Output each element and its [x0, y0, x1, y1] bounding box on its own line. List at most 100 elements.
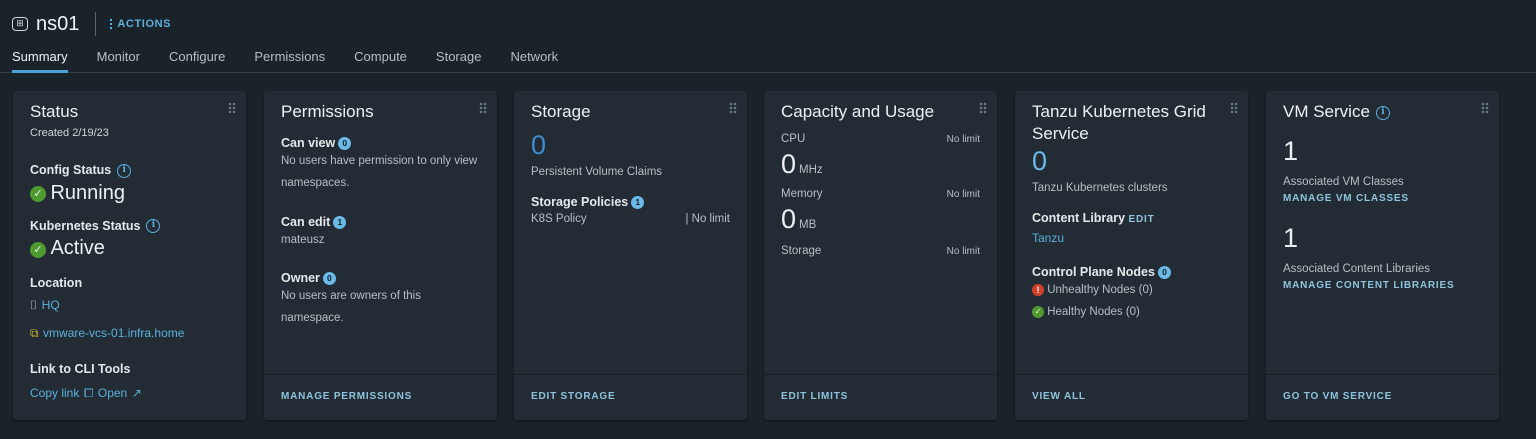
- pvc-count[interactable]: 0: [531, 129, 730, 161]
- tab-network[interactable]: Network: [510, 44, 558, 73]
- check-circle-icon: ✓: [30, 242, 46, 259]
- go-to-vm-service-button[interactable]: GO TO VM SERVICE: [1266, 374, 1499, 420]
- drag-handle-icon[interactable]: [979, 102, 987, 114]
- owner-text: No users are owners of this namespace.: [281, 290, 421, 324]
- edit-limits-button[interactable]: EDIT LIMITS: [764, 374, 997, 420]
- clusters-count[interactable]: 0: [1032, 145, 1231, 177]
- drag-handle-icon[interactable]: [1481, 102, 1489, 114]
- cpu-unit: MHz: [799, 164, 823, 176]
- unhealthy-nodes: Unhealthy Nodes (0): [1047, 284, 1153, 296]
- copy-link[interactable]: Copy link: [30, 386, 79, 400]
- kebab-icon: [110, 19, 113, 29]
- count-badge: 1: [333, 216, 347, 229]
- count-badge: 0: [1157, 266, 1171, 279]
- status-card: Status Created 2/19/23 Config Status i ✓ …: [13, 91, 246, 420]
- tab-compute[interactable]: Compute: [354, 44, 407, 73]
- config-status-value: Running: [50, 181, 125, 204]
- tab-monitor[interactable]: Monitor: [97, 44, 140, 73]
- tkg-card: Tanzu Kubernetes Grid Service 0 Tanzu Ku…: [1015, 91, 1248, 420]
- count-badge: 0: [322, 272, 336, 285]
- content-library-link[interactable]: Tanzu: [1032, 231, 1231, 245]
- location-label: Location: [30, 276, 83, 291]
- can-view-label: Can view: [281, 136, 336, 150]
- libraries-count: 1: [1283, 223, 1299, 253]
- drag-handle-icon[interactable]: [1230, 102, 1238, 114]
- tab-summary[interactable]: Summary: [12, 44, 68, 73]
- card-title: Status: [30, 102, 79, 121]
- card-title: Capacity and Usage: [781, 102, 935, 121]
- libraries-label: Associated Content Libraries: [1283, 263, 1431, 275]
- actions-label: ACTIONS: [117, 18, 172, 30]
- tab-bar: Summary Monitor Configure Permissions Co…: [0, 44, 1536, 73]
- count-badge: 1: [631, 196, 645, 209]
- copy-icon[interactable]: ⧠: [84, 386, 94, 400]
- error-icon: !: [1032, 283, 1044, 296]
- card-title: Tanzu Kubernetes Grid Service: [1032, 102, 1206, 143]
- config-status-label: Config Status i: [30, 163, 229, 178]
- divider: [95, 12, 97, 36]
- k8s-status-label: Kubernetes Status i: [30, 219, 229, 234]
- info-icon[interactable]: i: [117, 163, 132, 178]
- can-view-text: No users have permission to only view na…: [281, 155, 478, 189]
- control-plane-label: Control Plane Nodes: [1032, 265, 1155, 279]
- vm-classes-count: 1: [1283, 136, 1299, 166]
- storage-card: Storage 0 Persistent Volume Claims Stora…: [514, 91, 747, 420]
- cpu-value: 0: [781, 149, 797, 179]
- capacity-card: Capacity and Usage CPU No limit 0 MHz Memo…: [764, 91, 997, 420]
- created-date: Created 2/19/23: [30, 127, 109, 139]
- drag-handle-icon[interactable]: [228, 102, 236, 114]
- cpu-limit: No limit: [946, 134, 980, 145]
- check-circle-icon: ✓: [1032, 305, 1044, 318]
- memory-label: Memory: [781, 188, 823, 200]
- memory-limit: No limit: [946, 189, 980, 200]
- content-library-label: Content Library: [1032, 211, 1126, 225]
- manage-permissions-button[interactable]: MANAGE PERMISSIONS: [264, 374, 497, 420]
- cli-tools-label: Link to CLI Tools: [30, 362, 131, 377]
- datacenter-icon: ⌷: [30, 298, 38, 313]
- drag-handle-icon[interactable]: [729, 102, 737, 114]
- pvc-label: Persistent Volume Claims: [531, 166, 663, 178]
- tab-permissions[interactable]: Permissions: [254, 44, 325, 73]
- info-icon[interactable]: i: [1375, 105, 1390, 120]
- namespace-icon: ⊞: [12, 17, 28, 31]
- permissions-card: Permissions Can view 0 No users have perm…: [264, 91, 497, 420]
- owner-label: Owner: [281, 271, 320, 285]
- cpu-label: CPU: [781, 133, 806, 145]
- card-title: Permissions: [281, 102, 374, 121]
- can-edit-label: Can edit: [281, 215, 331, 229]
- tab-configure[interactable]: Configure: [169, 44, 225, 73]
- clusters-label: Tanzu Kubernetes clusters: [1032, 182, 1168, 194]
- storage-label: Storage: [781, 245, 822, 257]
- manage-vm-classes-link[interactable]: MANAGE VM CLASSES: [1283, 193, 1482, 204]
- actions-button[interactable]: ACTIONS: [110, 18, 171, 30]
- view-all-button[interactable]: VIEW ALL: [1015, 374, 1248, 420]
- storage-limit: No limit: [946, 246, 980, 257]
- k8s-status-value: Active: [50, 237, 105, 260]
- external-link-icon[interactable]: ↗: [132, 386, 142, 400]
- config-status-text: Config Status: [30, 163, 112, 177]
- edit-content-library-button[interactable]: EDIT: [1129, 214, 1155, 225]
- policy-limit: | No limit: [685, 213, 730, 225]
- drag-handle-icon[interactable]: [479, 102, 487, 114]
- info-icon[interactable]: i: [146, 219, 161, 234]
- manage-content-libraries-link[interactable]: MANAGE CONTENT LIBRARIES: [1283, 280, 1482, 291]
- vm-classes-label: Associated VM Classes: [1283, 176, 1404, 188]
- k8s-status-text: Kubernetes Status: [30, 218, 141, 233]
- card-title: Storage: [531, 102, 591, 121]
- healthy-nodes: Healthy Nodes (0): [1047, 306, 1140, 318]
- vcenter-link[interactable]: vmware-vcs-01.infra.home: [43, 326, 184, 340]
- page-title: ns01: [36, 12, 80, 35]
- tab-storage[interactable]: Storage: [436, 44, 482, 73]
- datacenter-link[interactable]: HQ: [42, 298, 60, 312]
- open-link[interactable]: Open: [98, 386, 127, 400]
- check-circle-icon: ✓: [30, 186, 46, 203]
- edit-storage-button[interactable]: EDIT STORAGE: [514, 374, 747, 420]
- policy-name: K8S Policy: [531, 213, 587, 225]
- count-badge: 0: [338, 137, 352, 150]
- memory-value: 0: [781, 204, 797, 234]
- page-header: ⊞ ns01 ACTIONS: [12, 10, 171, 38]
- memory-unit: MB: [799, 219, 817, 231]
- vcenter-icon: ⧉: [30, 326, 39, 341]
- can-edit-user: mateusz: [281, 234, 325, 246]
- storage-policies-label: Storage Policies: [531, 195, 629, 209]
